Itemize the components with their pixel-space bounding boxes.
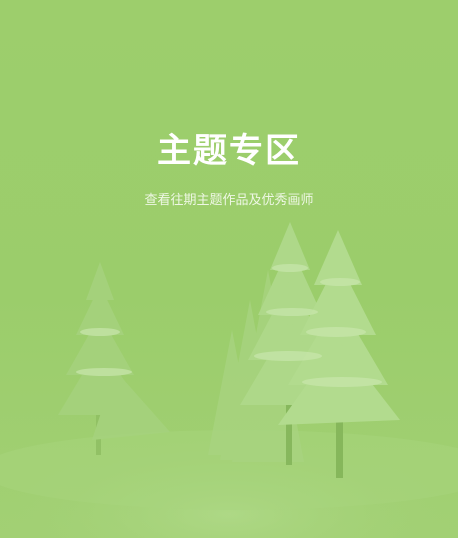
banner-title: 主题专区 — [157, 131, 301, 171]
theme-zone-banner[interactable]: 主题专区 查看往期主题作品及优秀画师 — [0, 0, 458, 538]
banner-subtitle: 查看往期主题作品及优秀画师 — [144, 193, 314, 208]
snowy-forest-illustration — [0, 222, 458, 538]
